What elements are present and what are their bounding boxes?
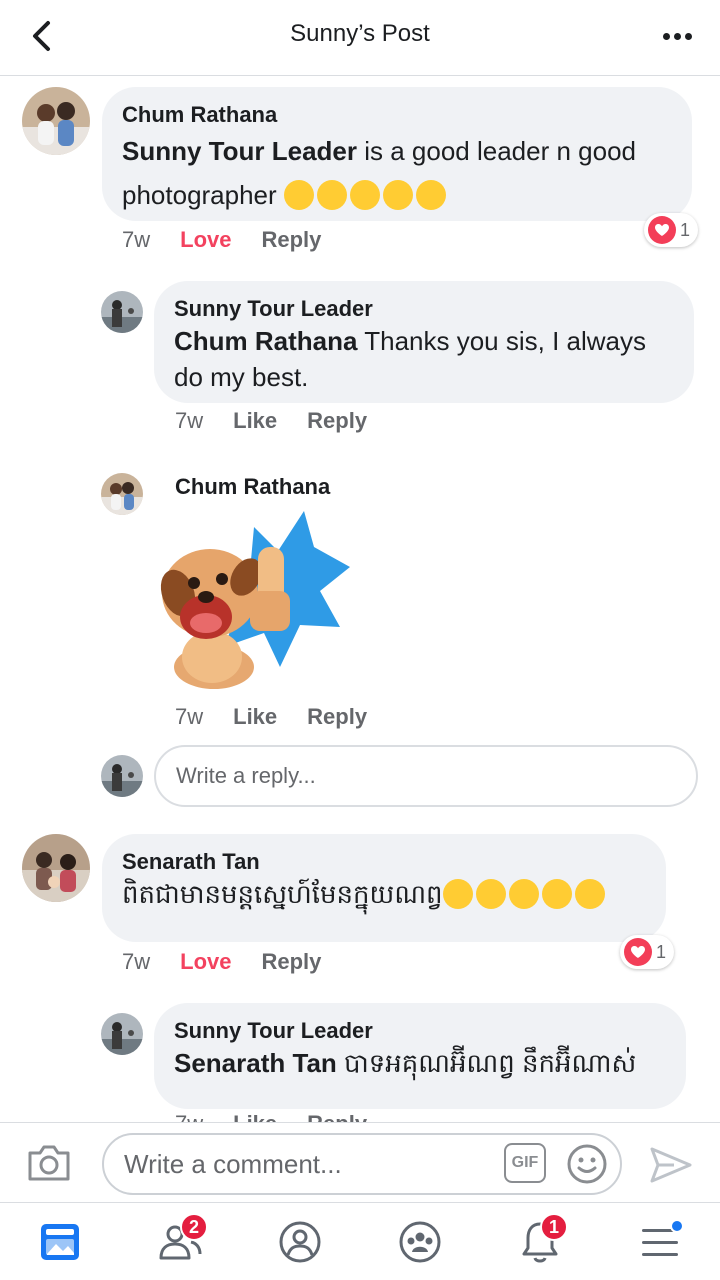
sticker-button[interactable] (566, 1143, 608, 1185)
comment-text: Chum Rathana Thanks you sis, I always do… (174, 323, 674, 395)
reply-button[interactable]: Reply (307, 704, 367, 730)
like-button[interactable]: Like (233, 704, 277, 730)
more-dot-icon (673, 32, 681, 40)
menu-indicator-dot (670, 1219, 684, 1233)
comment-time: 7w (175, 1111, 203, 1122)
notifications-badge: 1 (540, 1213, 568, 1241)
comment-bubble[interactable]: Senarath Tan ពិតជាមានមន្តស្នេហ៍មែនក្នុយណ… (102, 834, 666, 942)
comment-actions: 7w Love Reply (122, 949, 351, 975)
reaction-count: 1 (680, 219, 691, 240)
comment-author[interactable]: Chum Rathana (122, 101, 672, 129)
news-feed-icon (41, 1224, 79, 1260)
comment-body: បាទអគុណអ៊ីណព្វ នឹកអ៊ីណាស់ (336, 1048, 637, 1078)
avatar[interactable] (101, 1013, 143, 1055)
smiley-icon (567, 1144, 607, 1184)
love-button[interactable]: Love (180, 949, 231, 975)
reply-button[interactable]: Reply (261, 949, 321, 975)
laughing-tears-icon (283, 180, 314, 210)
reply-button[interactable]: Reply (261, 227, 321, 253)
comment-author[interactable]: Sunny Tour Leader (174, 1017, 666, 1045)
profile-icon (279, 1221, 321, 1263)
avatar[interactable] (22, 87, 90, 155)
reply-placeholder: Write a reply... (176, 763, 316, 788)
mention-link[interactable]: Chum Rathana (174, 326, 357, 356)
thumbs-up-icon (442, 879, 473, 909)
comment-time: 7w (122, 949, 151, 974)
avatar[interactable] (101, 473, 143, 515)
send-icon (650, 1147, 692, 1183)
more-options-button[interactable] (660, 22, 694, 50)
tab-profile[interactable] (270, 1217, 330, 1267)
comment-author[interactable]: Sunny Tour Leader (174, 295, 674, 323)
groups-icon (399, 1221, 441, 1263)
camera-icon (28, 1145, 70, 1181)
heart-reaction-icon (624, 938, 652, 966)
avatar[interactable] (101, 291, 143, 333)
tab-notifications[interactable]: 1 (510, 1213, 570, 1267)
friend-requests-badge: 2 (180, 1213, 208, 1241)
comment-actions: 7w Like Reply (175, 408, 397, 434)
comment-actions: 7w Like Reply (175, 1111, 397, 1122)
comment-bubble[interactable]: Chum Rathana Sunny Tour Leader is a good… (102, 87, 692, 221)
tab-menu[interactable] (630, 1217, 690, 1267)
reply-button[interactable]: Reply (307, 1111, 367, 1122)
heart-reaction-icon (648, 216, 676, 244)
comment-actions: 7w Love Reply (122, 227, 351, 253)
thumbs-up-icon (475, 879, 506, 909)
tab-groups[interactable] (390, 1217, 450, 1267)
tab-news-feed[interactable] (30, 1217, 90, 1267)
laughing-tears-icon (316, 180, 347, 210)
comment-time: 7w (175, 704, 204, 729)
send-button[interactable] (648, 1145, 694, 1185)
reaction-summary[interactable]: 1 (620, 935, 675, 969)
comment-time: 7w (175, 408, 204, 433)
thumbs-up-puppy-sticker[interactable] (154, 507, 350, 693)
comment-time: 7w (122, 227, 151, 252)
mention-link[interactable]: Senarath Tan (174, 1048, 337, 1078)
kiss-icon (415, 180, 446, 210)
comment-text: Senarath Tan បាទអគុណអ៊ីណព្វ នឹកអ៊ីណាស់ (174, 1045, 666, 1081)
page-title: Sunny’s Post (290, 20, 430, 47)
comments-feed[interactable]: Chum Rathana Sunny Tour Leader is a good… (0, 77, 720, 1122)
reaction-summary[interactable]: 1 (644, 213, 699, 247)
top-bar: Sunny’s Post (0, 0, 720, 76)
comment-placeholder: Write a comment... (124, 1148, 342, 1179)
avatar (101, 755, 143, 797)
camera-button[interactable] (26, 1143, 72, 1183)
more-dot-icon (662, 32, 670, 40)
victory-icon (541, 879, 572, 909)
tab-friends[interactable]: 2 (150, 1213, 210, 1267)
comment-author[interactable]: Senarath Tan (122, 848, 646, 876)
like-button[interactable]: Like (233, 1111, 277, 1122)
thumbs-up-icon (508, 879, 539, 909)
gif-button[interactable]: GIF (504, 1143, 546, 1183)
comment-text: Sunny Tour Leader is a good leader n goo… (122, 129, 672, 217)
laughing-tears-icon (349, 180, 380, 210)
reply-input[interactable]: Write a reply... (154, 745, 698, 807)
reaction-count: 1 (656, 941, 667, 962)
reply-bubble[interactable]: Sunny Tour Leader Senarath Tan បាទអគុណអ៊… (154, 1003, 686, 1109)
love-button[interactable]: Love (180, 227, 231, 253)
mention-link[interactable]: Sunny Tour Leader (122, 136, 357, 166)
bottom-tab-bar: 2 1 (0, 1202, 720, 1280)
reply-button[interactable]: Reply (307, 408, 367, 434)
heart-eyes-icon (382, 180, 413, 210)
avatar[interactable] (22, 834, 90, 902)
comment-actions: 7w Like Reply (175, 704, 397, 730)
comment-text: ពិតជាមានមន្តស្នេហ៍មែនក្នុយណព្វ (122, 876, 646, 912)
reply-bubble[interactable]: Sunny Tour Leader Chum Rathana Thanks yo… (154, 281, 694, 403)
comment-author[interactable]: Chum Rathana (175, 473, 330, 501)
like-button[interactable]: Like (233, 408, 277, 434)
comment-composer: Write a comment... GIF (0, 1122, 720, 1202)
victory-icon (574, 879, 605, 909)
more-dot-icon (684, 32, 692, 40)
comment-body: ពិតជាមានមន្តស្នេហ៍មែនក្នុយណព្វ (122, 879, 443, 909)
